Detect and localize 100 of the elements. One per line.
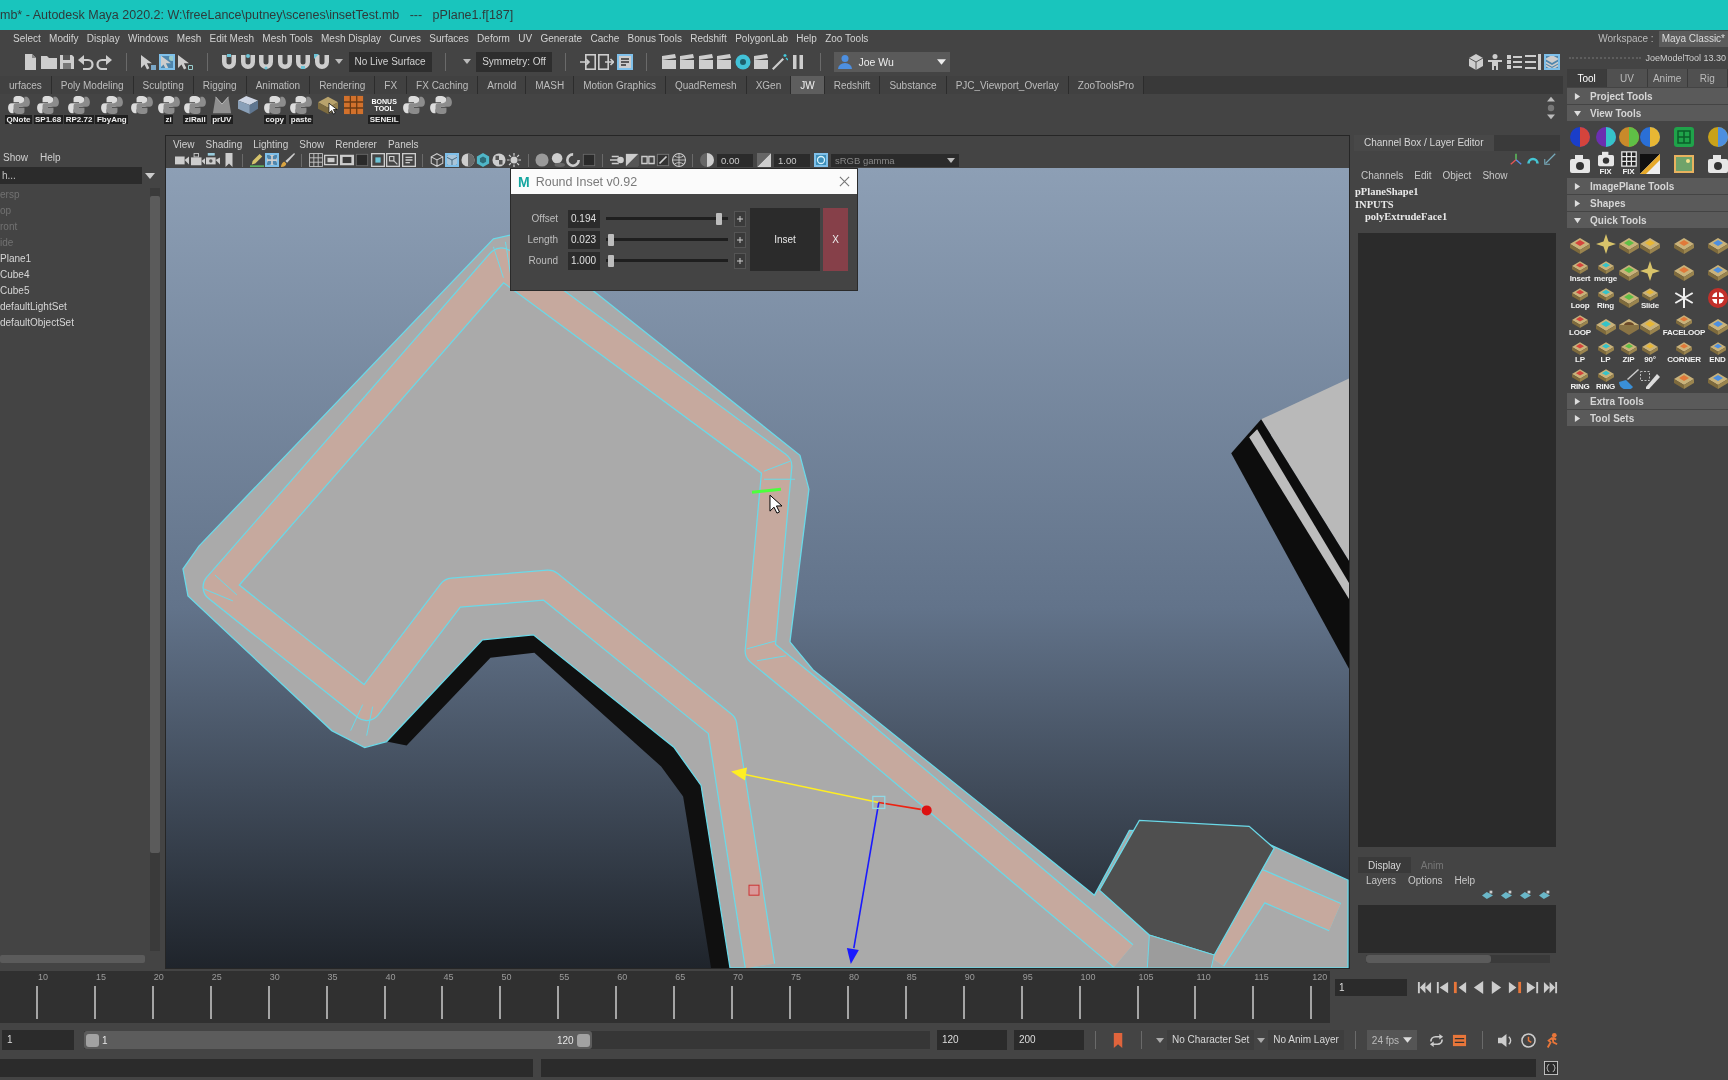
shelf-tab[interactable]: PJC_Viewport_Overlay <box>946 76 1069 94</box>
ring-circle-icon[interactable] <box>813 153 828 167</box>
shelf-button[interactable]: paste <box>288 95 314 124</box>
half-shaded-circle-icon[interactable] <box>460 153 475 167</box>
slider-thumb[interactable] <box>608 254 615 267</box>
caret-icon[interactable] <box>1257 1037 1266 1043</box>
menu-item[interactable]: Modify <box>49 33 79 44</box>
gamma-field[interactable]: 1.00 <box>774 153 810 167</box>
menu-item[interactable]: Curves <box>389 33 422 44</box>
wireframe-cube-icon[interactable] <box>429 153 444 167</box>
menu-item[interactable]: Help <box>1454 875 1476 886</box>
split-frame-icon[interactable] <box>640 153 655 167</box>
partial-ring-icon[interactable] <box>566 153 580 167</box>
shelf-button[interactable]: RP2.72 <box>64 95 94 124</box>
outliner-item[interactable]: defaultLightSet <box>0 299 150 315</box>
menu-item[interactable]: Cache <box>590 33 620 44</box>
anim-layer-dropdown[interactable]: No Anim Layer <box>1268 1030 1344 1050</box>
value-field[interactable]: 0.023 <box>568 230 600 249</box>
shelf-tab[interactable]: Rigging <box>193 76 247 94</box>
lines-frame-icon[interactable] <box>401 153 416 167</box>
node-name[interactable]: pPlaneShape1 <box>1354 186 1560 199</box>
menu-item[interactable]: Lighting <box>253 138 289 150</box>
shelf-tab[interactable]: QuadRemesh <box>665 76 747 94</box>
shelf-tab[interactable]: urfaces <box>0 76 52 94</box>
striped-box-icon[interactable] <box>1452 1032 1467 1048</box>
step-back-key-icon[interactable] <box>1435 980 1450 995</box>
character-set-dropdown[interactable]: No Character Set <box>1167 1030 1255 1050</box>
tool-button[interactable]: FACELOOP <box>1661 311 1707 338</box>
shelf-tab[interactable]: MASH <box>526 76 575 94</box>
tool-panel-tab[interactable]: Rig <box>1687 69 1728 87</box>
start-frame-field[interactable]: 1 <box>2 1030 74 1050</box>
menu-item[interactable]: Help <box>796 33 817 44</box>
list-icon[interactable] <box>1506 53 1522 70</box>
tool-button[interactable]: END <box>1707 338 1728 365</box>
circle-shadow-icon[interactable] <box>550 153 565 167</box>
clapperboard-icon[interactable] <box>716 53 733 70</box>
frame-icon[interactable] <box>324 153 338 167</box>
cursor-icon[interactable] <box>177 53 193 70</box>
diagonal-arrow-icon[interactable] <box>1544 153 1556 165</box>
tool-button[interactable]: Slide <box>1639 284 1661 311</box>
shelf-button[interactable]: ziRail <box>182 95 208 124</box>
menu-item[interactable]: Help <box>40 151 61 163</box>
motion-circle-icon[interactable] <box>609 153 624 167</box>
section-header[interactable]: Tool Sets <box>1567 410 1728 426</box>
tool-panel-tab[interactable]: Anime <box>1647 69 1688 87</box>
menu-item[interactable]: Display <box>86 33 120 44</box>
clock-icon[interactable] <box>1521 1032 1536 1048</box>
loop-arrows-icon[interactable] <box>1429 1032 1444 1048</box>
value-field[interactable]: 0.194 <box>568 209 600 228</box>
menu-item[interactable]: Zoo Tools <box>825 33 869 44</box>
grid-icon[interactable] <box>308 153 323 167</box>
menu-item[interactable]: Shading <box>205 138 243 150</box>
menu-item[interactable]: Bonus Tools <box>627 33 682 44</box>
folder-icon[interactable] <box>40 53 57 70</box>
video-camera-icon[interactable] <box>190 153 205 167</box>
increment-button[interactable] <box>734 210 746 227</box>
caret-icon[interactable] <box>462 59 471 64</box>
shelf-tab[interactable]: JW <box>791 76 825 94</box>
fps-dropdown[interactable]: 24 fps <box>1366 1030 1417 1050</box>
menu-item[interactable]: Surfaces <box>429 33 469 44</box>
skip-to-start-icon[interactable] <box>1417 980 1432 995</box>
slider-thumb[interactable] <box>608 233 615 246</box>
tool-button[interactable]: Loop <box>1567 284 1593 311</box>
magnet-icon[interactable] <box>295 53 311 70</box>
menu-item[interactable]: Channels <box>1361 169 1404 181</box>
script-editor-icon[interactable] <box>1544 1061 1558 1075</box>
skip-to-end-icon[interactable] <box>1543 980 1558 995</box>
play-backward-icon[interactable] <box>1471 980 1486 995</box>
tool-panel-tab[interactable]: Tool <box>1567 69 1608 87</box>
diagonal-square-icon[interactable] <box>756 153 771 167</box>
close-icon[interactable] <box>839 176 850 187</box>
clapperboard-icon[interactable] <box>753 53 770 70</box>
range-slider[interactable]: 1 120 <box>84 1031 930 1049</box>
menu-item[interactable]: Deform <box>477 33 510 44</box>
tool-button[interactable]: FIX <box>1618 150 1639 177</box>
command-field[interactable] <box>0 1059 533 1077</box>
shelf-tab[interactable]: Sculpting <box>133 76 194 94</box>
video-camera-icon[interactable] <box>206 153 220 167</box>
tool-button[interactable]: RING <box>1593 365 1618 392</box>
increment-button[interactable] <box>734 252 746 269</box>
tool-button[interactable]: LP <box>1567 338 1593 365</box>
magnet-icon[interactable] <box>221 53 237 70</box>
exposure-field[interactable]: 0.00 <box>717 153 753 167</box>
cursor-icon[interactable] <box>158 53 175 70</box>
light-icon[interactable] <box>507 153 521 167</box>
step-forward-frame-icon[interactable] <box>1507 980 1522 995</box>
shelf-tab[interactable]: ZooToolsPro <box>1068 76 1144 94</box>
play-icon[interactable] <box>1489 980 1504 995</box>
square-target-icon[interactable] <box>370 153 385 167</box>
section-header[interactable]: Shapes <box>1567 195 1728 211</box>
cursor-icon[interactable] <box>140 53 156 70</box>
menu-item[interactable]: Edit Mesh <box>209 33 255 44</box>
shelf-button[interactable]: FbyAng <box>95 95 129 124</box>
symmetry-field[interactable]: Symmetry: Off <box>476 51 552 72</box>
list-icon[interactable] <box>1525 53 1541 70</box>
tool-button[interactable]: RING <box>1567 365 1593 392</box>
undo-icon[interactable] <box>77 53 94 70</box>
menu-item[interactable]: Generate <box>540 33 583 44</box>
outliner-item[interactable]: defaultObjectSet <box>0 315 150 331</box>
input-node[interactable]: polyExtrudeFace1 <box>1354 211 1560 224</box>
